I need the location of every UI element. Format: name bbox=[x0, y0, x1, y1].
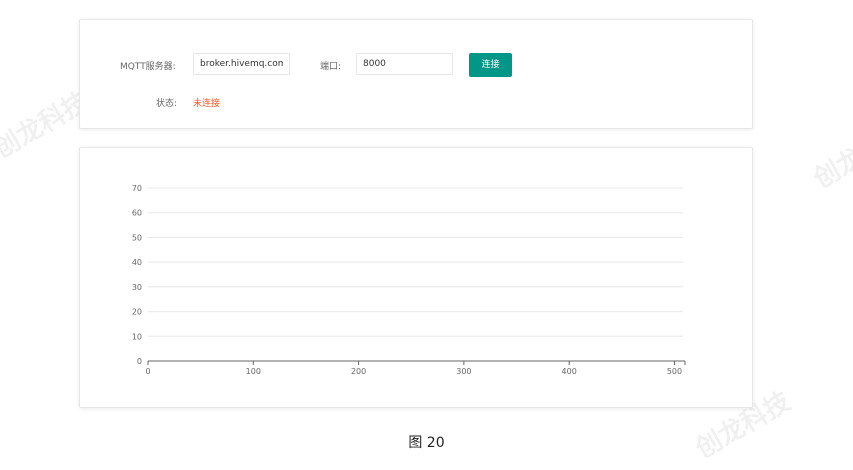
status-label: 状态: bbox=[156, 99, 178, 109]
y-tick-label: 10 bbox=[132, 332, 142, 341]
port-label: 端口: bbox=[320, 62, 342, 72]
x-tick-label: 500 bbox=[667, 367, 682, 376]
x-tick-label: 100 bbox=[246, 367, 261, 376]
x-tick-label: 400 bbox=[562, 367, 577, 376]
y-tick-label: 60 bbox=[132, 209, 142, 218]
x-tick-label: 200 bbox=[351, 367, 366, 376]
server-input[interactable] bbox=[193, 53, 290, 75]
server-label: MQTT服务器: bbox=[120, 62, 176, 72]
line-chart: 0 10 20 30 40 50 60 70 0 100 200 300 400 500 bbox=[132, 184, 686, 376]
y-tick-label: 0 bbox=[137, 357, 142, 366]
connection-panel: MQTT服务器: 端口: 连接 状态: 未连接 bbox=[79, 19, 753, 129]
y-tick-label: 30 bbox=[132, 283, 142, 292]
port-input[interactable] bbox=[356, 53, 453, 75]
chart-panel: 0 10 20 30 40 50 60 70 0 100 200 300 400 500 bbox=[79, 147, 753, 408]
y-tick-label: 70 bbox=[132, 184, 142, 193]
figure-caption: 图 20 bbox=[408, 435, 445, 451]
y-tick-label: 50 bbox=[132, 233, 142, 242]
y-tick-label: 40 bbox=[132, 258, 142, 267]
connect-button[interactable]: 连接 bbox=[469, 53, 512, 77]
x-tick-label: 0 bbox=[145, 367, 150, 376]
watermark: 创龙科技 bbox=[808, 116, 853, 195]
x-tick-label: 300 bbox=[456, 367, 471, 376]
status-value: 未连接 bbox=[193, 99, 221, 109]
y-tick-label: 20 bbox=[132, 308, 142, 317]
